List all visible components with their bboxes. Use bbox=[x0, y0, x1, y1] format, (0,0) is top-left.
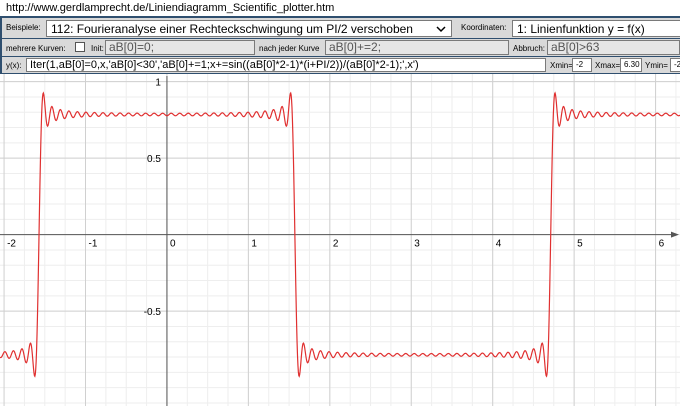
examples-select[interactable]: 112: Fourieranalyse einer Rechteckschwin… bbox=[46, 20, 452, 37]
examples-row: Beispiele: 112: Fourieranalyse einer Rec… bbox=[2, 18, 680, 38]
y-formula-input[interactable]: Iter(1,aB[0]=0,x,'aB[0]<30','aB[0]+=1;x+… bbox=[26, 58, 546, 72]
coords-label: Koordinaten: bbox=[461, 23, 507, 32]
multi-curves-label: mehrere Kurven: bbox=[6, 44, 66, 53]
examples-selected-value: 112: Fourieranalyse einer Rechteckschwin… bbox=[51, 22, 413, 36]
x-tick-label: 3 bbox=[414, 239, 420, 250]
x-tick-label: 0 bbox=[170, 239, 176, 250]
xmax-input[interactable]: 6.30 bbox=[620, 58, 642, 72]
after-curve-label: nach jeder Kurve bbox=[259, 44, 320, 53]
after-curve-field[interactable]: aB[0]+=2; bbox=[325, 40, 509, 55]
xmin-label: Xmin= bbox=[550, 61, 573, 70]
chevron-down-icon bbox=[436, 26, 446, 33]
x-tick-label: 2 bbox=[333, 239, 339, 250]
ymin-label: Ymin= bbox=[645, 61, 668, 70]
abort-field[interactable]: aB[0]>63 bbox=[547, 40, 680, 55]
x-tick-label: 4 bbox=[496, 239, 502, 250]
y-tick-label: 1 bbox=[155, 78, 161, 89]
x-tick-label: -1 bbox=[89, 239, 98, 250]
ymin-input[interactable]: -2 bbox=[670, 58, 680, 72]
y-tick-label: 0.5 bbox=[147, 154, 161, 165]
coords-select[interactable]: 1: Linienfunktion y = f(x) bbox=[512, 20, 680, 37]
init-field[interactable]: aB[0]=0; bbox=[105, 40, 255, 55]
x-tick-label: -2 bbox=[7, 239, 16, 250]
y-tick-label: -0.5 bbox=[144, 307, 162, 318]
control-panel: Beispiele: 112: Fourieranalyse einer Rec… bbox=[0, 16, 680, 74]
formula-row: y(x): Iter(1,aB[0]=0,x,'aB[0]<30','aB[0]… bbox=[2, 57, 680, 73]
init-label: Init: bbox=[91, 44, 104, 53]
function-plot[interactable]: -2 -1 0 1 2 3 4 5 6 1 0.5 -0.5 bbox=[0, 74, 680, 406]
x-tick-label: 5 bbox=[577, 239, 583, 250]
coords-selected-value: 1: Linienfunktion y = f(x) bbox=[517, 22, 645, 36]
x-tick-label: 6 bbox=[659, 239, 665, 250]
xmax-label: Xmax= bbox=[595, 61, 621, 70]
xmin-input[interactable]: -2 bbox=[572, 58, 592, 72]
examples-label: Beispiele: bbox=[6, 23, 41, 32]
x-tick-label: 1 bbox=[251, 239, 257, 250]
multi-curves-checkbox[interactable] bbox=[75, 42, 85, 52]
multi-curve-row: mehrere Kurven: Init: aB[0]=0; nach jede… bbox=[2, 39, 680, 56]
browser-url[interactable]: http://www.gerdlamprecht.de/Liniendiagra… bbox=[0, 0, 680, 16]
abort-label: Abbruch: bbox=[513, 44, 546, 53]
y-label: y(x): bbox=[6, 61, 22, 70]
